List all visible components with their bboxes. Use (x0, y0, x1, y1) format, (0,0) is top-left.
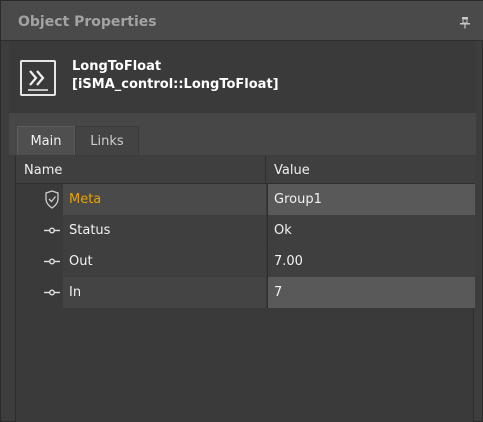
property-value[interactable]: Group1 (267, 184, 475, 215)
column-header-value[interactable]: Value (266, 156, 475, 184)
property-name: Status (63, 215, 266, 246)
property-name: Out (63, 246, 266, 277)
tab-main[interactable]: Main (17, 126, 75, 155)
tab-bar: Main Links (9, 113, 476, 155)
property-name: In (63, 277, 266, 308)
object-header: LongToFloat [iSMA_control::LongToFloat] (9, 41, 476, 113)
panel-title: Object Properties (18, 14, 157, 30)
slot-icon (16, 277, 63, 308)
slot-icon (16, 246, 63, 277)
tab-links[interactable]: Links (75, 126, 139, 155)
object-properties-panel: Object Properties LongToFloat [iSMA_cont… (0, 0, 483, 422)
properties-grid: Name Value Meta Group1 Status Ok Out 7.0… (15, 156, 475, 422)
property-row-in[interactable]: In 7 (16, 277, 475, 308)
property-row-status[interactable]: Status Ok (16, 215, 475, 246)
property-value[interactable]: 7.00 (267, 246, 475, 277)
property-row-meta[interactable]: Meta Group1 (16, 184, 475, 215)
panel-titlebar: Object Properties (1, 1, 483, 41)
property-name: Meta (63, 184, 266, 215)
object-type: [iSMA_control::LongToFloat] (72, 77, 279, 92)
property-value[interactable]: Ok (267, 215, 475, 246)
column-header-name[interactable]: Name (16, 156, 266, 184)
property-row-out[interactable]: Out 7.00 (16, 246, 475, 277)
pin-icon[interactable] (460, 14, 470, 29)
double-chevron-right-icon (20, 60, 56, 96)
property-value[interactable]: 7 (267, 277, 475, 308)
slot-icon (16, 215, 63, 246)
shield-check-icon (16, 184, 63, 215)
object-name: LongToFloat (72, 59, 162, 74)
